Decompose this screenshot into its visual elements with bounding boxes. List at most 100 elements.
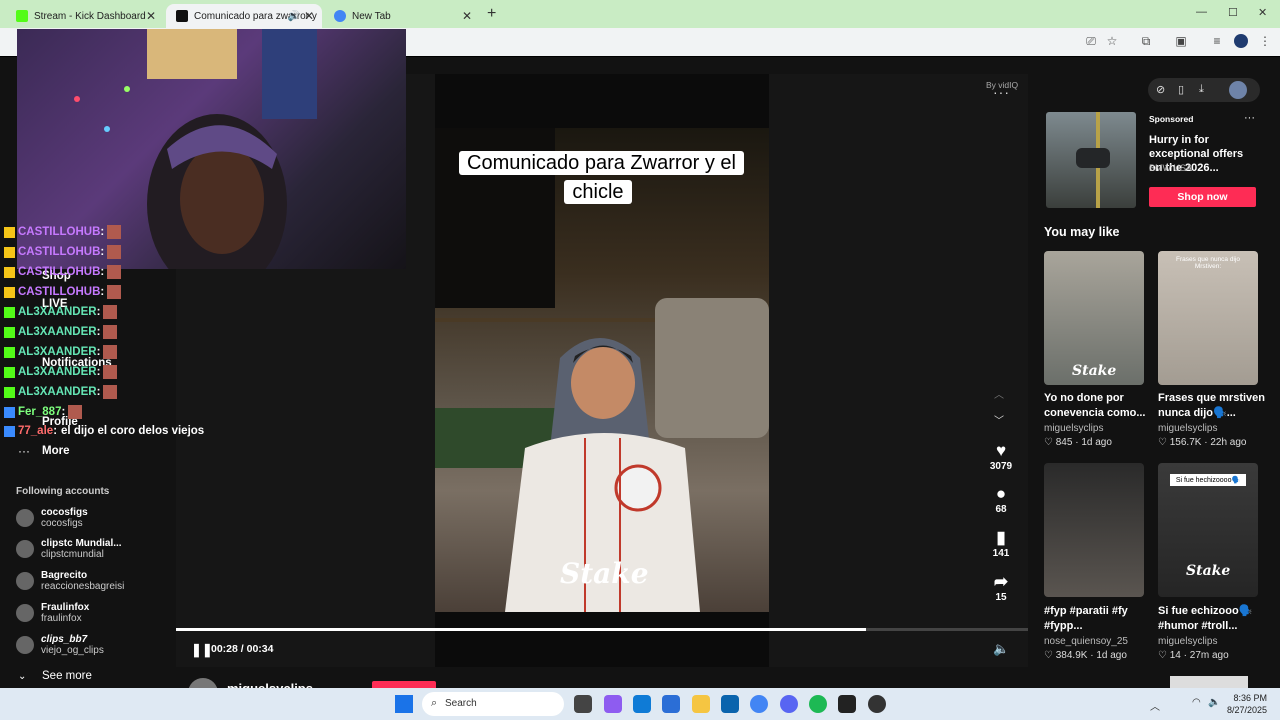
comment-icon: ● — [995, 484, 1007, 503]
following-account[interactable]: clips_bb7 viejo_og_clips — [16, 634, 104, 656]
terminal-icon[interactable] — [838, 695, 856, 713]
cast-icon[interactable]: ⎚ — [1084, 34, 1098, 48]
see-more-link[interactable]: See more — [42, 670, 92, 682]
chrome-icon[interactable] — [750, 695, 768, 713]
tab-new-tab[interactable]: New Tab ✕ — [324, 4, 480, 28]
next-video-icon[interactable]: ﹀ — [994, 412, 1004, 427]
save-button[interactable]: ▮ 141 — [986, 528, 1016, 559]
badge-icon — [4, 226, 15, 238]
chat-username[interactable]: CASTILLOHUB — [18, 226, 100, 238]
minimize-button[interactable]: — — [1196, 6, 1207, 18]
ad-more-icon[interactable]: ··· — [1244, 112, 1255, 124]
close-icon[interactable]: ✕ — [304, 9, 314, 23]
volume-tray-icon[interactable]: 🔈 — [1208, 697, 1220, 708]
share-button[interactable]: ➦ 15 — [986, 572, 1016, 603]
star-icon[interactable]: ☆ — [1105, 34, 1119, 48]
recommend-thumb-1[interactable]: Stake — [1044, 251, 1144, 385]
prev-video-icon[interactable]: ︿ — [994, 386, 1004, 401]
clock-date[interactable]: 8/27/2025 — [1220, 705, 1267, 715]
recommend-user-3[interactable]: nose_quiensoy_25 — [1044, 636, 1128, 647]
tab-tiktok[interactable]: Comunicado para zwarror y 🔊 ✕ — [166, 4, 322, 28]
video-caption: Comunicado para Zwarror y el chicle — [459, 149, 744, 207]
comment-button[interactable]: ● 68 — [986, 484, 1016, 515]
pause-icon[interactable]: ❚❚ — [191, 642, 213, 658]
media-icon[interactable]: ≡ — [1210, 34, 1224, 48]
recommend-thumb-2[interactable]: Frases que nunca dijo Mrstiven: — [1158, 251, 1258, 385]
download-icon[interactable]: ⤓ — [1199, 83, 1204, 96]
like-button[interactable]: ♥ 3079 — [986, 441, 1016, 472]
age: 1d ago — [1096, 650, 1127, 661]
maximize-button[interactable]: ☐ — [1228, 6, 1238, 19]
author-username[interactable]: miguelsyclips — [227, 681, 313, 688]
recommend-thumb-5[interactable] — [1170, 676, 1248, 688]
close-icon[interactable]: ✕ — [146, 9, 156, 23]
chat-username[interactable]: Fer_887 — [18, 406, 61, 418]
discord-icon[interactable] — [780, 695, 798, 713]
search-label: Search — [445, 698, 477, 709]
following-account[interactable]: cocosfigs cocosfigs — [16, 507, 88, 529]
store-icon[interactable] — [662, 695, 680, 713]
like-count: 845 — [1055, 437, 1073, 448]
recommend-title-1[interactable]: Yo no done por conevencia como... — [1044, 391, 1154, 421]
wifi-icon[interactable]: ◠ — [1192, 697, 1201, 708]
following-account[interactable]: Bagrecito reaccionesbagreisi — [16, 570, 124, 592]
windows-icon[interactable] — [395, 695, 413, 713]
account-handle: clipstcmundial — [41, 549, 104, 560]
emote-icon — [103, 325, 118, 339]
chrome-icon — [334, 10, 346, 22]
shop-now-button[interactable]: Shop now — [1149, 187, 1256, 207]
chat-username[interactable]: CASTILLOHUB — [18, 266, 100, 278]
following-account[interactable]: clipstc Mundial... clipstcmundial — [16, 538, 122, 560]
new-tab-button[interactable]: + — [487, 5, 496, 23]
recommend-title-3[interactable]: #fyp #paratii #fy #fypp... — [1044, 604, 1154, 634]
avatar — [16, 636, 34, 654]
sidepanel-icon[interactable]: ▣ — [1174, 34, 1188, 48]
follow-button[interactable] — [372, 681, 436, 688]
chat-username[interactable]: 77_ale — [18, 425, 53, 437]
close-window-button[interactable]: ✕ — [1258, 6, 1267, 19]
more-options-icon[interactable]: ··· — [993, 84, 1010, 100]
explorer-icon[interactable] — [692, 695, 710, 713]
recommend-user-1[interactable]: miguelsyclips — [1044, 423, 1103, 434]
chat-separator: : — [96, 386, 101, 398]
spotify-icon[interactable] — [809, 695, 827, 713]
chat-username[interactable]: AL3XAANDER — [18, 326, 97, 338]
badge-icon — [4, 266, 15, 278]
clock-time[interactable]: 8:36 PM — [1227, 693, 1267, 703]
nav-more[interactable]: More — [42, 445, 69, 457]
chat-username[interactable]: CASTILLOHUB — [18, 286, 100, 298]
app-icon[interactable] — [574, 695, 592, 713]
time-display: 00:28 / 00:34 — [211, 643, 274, 655]
app-icon[interactable] — [604, 695, 622, 713]
tray-chevron-icon[interactable]: ︿ — [1150, 698, 1160, 713]
outlook-icon[interactable] — [721, 695, 739, 713]
extensions-icon[interactable]: ⧉ — [1139, 34, 1153, 48]
recommend-title-4[interactable]: Si fue echizooo🗣️ #humor #troll... — [1158, 604, 1270, 634]
volume-icon[interactable]: 🔈 — [993, 641, 1009, 657]
account-name: cocosfigs — [41, 507, 88, 518]
recommend-thumb-3[interactable] — [1044, 463, 1144, 597]
chat-username[interactable]: CASTILLOHUB — [18, 246, 100, 258]
profile-avatar[interactable] — [1234, 34, 1248, 48]
user-avatar[interactable] — [1229, 81, 1247, 99]
speaker-icon[interactable]: 🔊 — [288, 11, 300, 22]
compass-icon[interactable]: ⊘ — [1156, 83, 1165, 96]
recommend-user-2[interactable]: miguelsyclips — [1158, 423, 1217, 434]
ad-thumbnail[interactable] — [1046, 112, 1136, 208]
menu-icon[interactable]: ⋮ — [1258, 34, 1272, 48]
recommend-user-4[interactable]: miguelsyclips — [1158, 636, 1217, 647]
chat-username[interactable]: AL3XAANDER — [18, 346, 97, 358]
close-icon[interactable]: ✕ — [462, 9, 472, 23]
device-icon[interactable]: ▯ — [1178, 83, 1184, 96]
chat-username[interactable]: AL3XAANDER — [18, 386, 97, 398]
chat-text: el dijo el coro delos viejos — [61, 425, 205, 437]
recommend-thumb-4[interactable]: Si fue hechizoooo🗣️ Stake — [1158, 463, 1258, 597]
recommend-title-2[interactable]: Frases que mrstiven nunca dijo🗣️... — [1158, 391, 1270, 421]
chat-username[interactable]: AL3XAANDER — [18, 366, 97, 378]
edge-icon[interactable] — [633, 695, 651, 713]
chat-username[interactable]: AL3XAANDER — [18, 306, 97, 318]
following-account[interactable]: Fraulinfox fraulinfox — [16, 602, 89, 624]
app-icon[interactable] — [868, 695, 886, 713]
tab-kick-dashboard[interactable]: Stream - Kick Dashboard ✕ — [6, 4, 164, 28]
taskbar-search[interactable] — [422, 692, 564, 716]
